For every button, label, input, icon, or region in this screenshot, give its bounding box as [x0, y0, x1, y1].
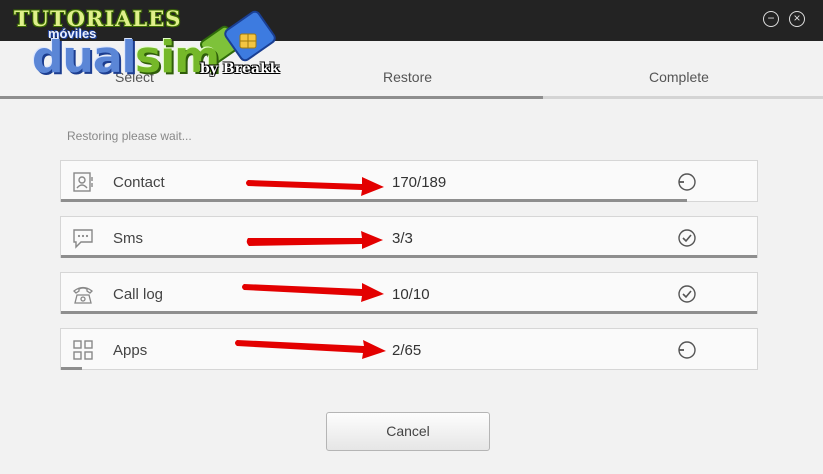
- red-arrow-icon: [235, 340, 386, 359]
- red-arrow-icon: [242, 283, 384, 302]
- cancel-button[interactable]: Cancel: [326, 412, 490, 451]
- red-arrow-icon: [246, 231, 383, 249]
- annotation-arrows: [235, 177, 386, 359]
- red-arrow-icon: [246, 177, 384, 196]
